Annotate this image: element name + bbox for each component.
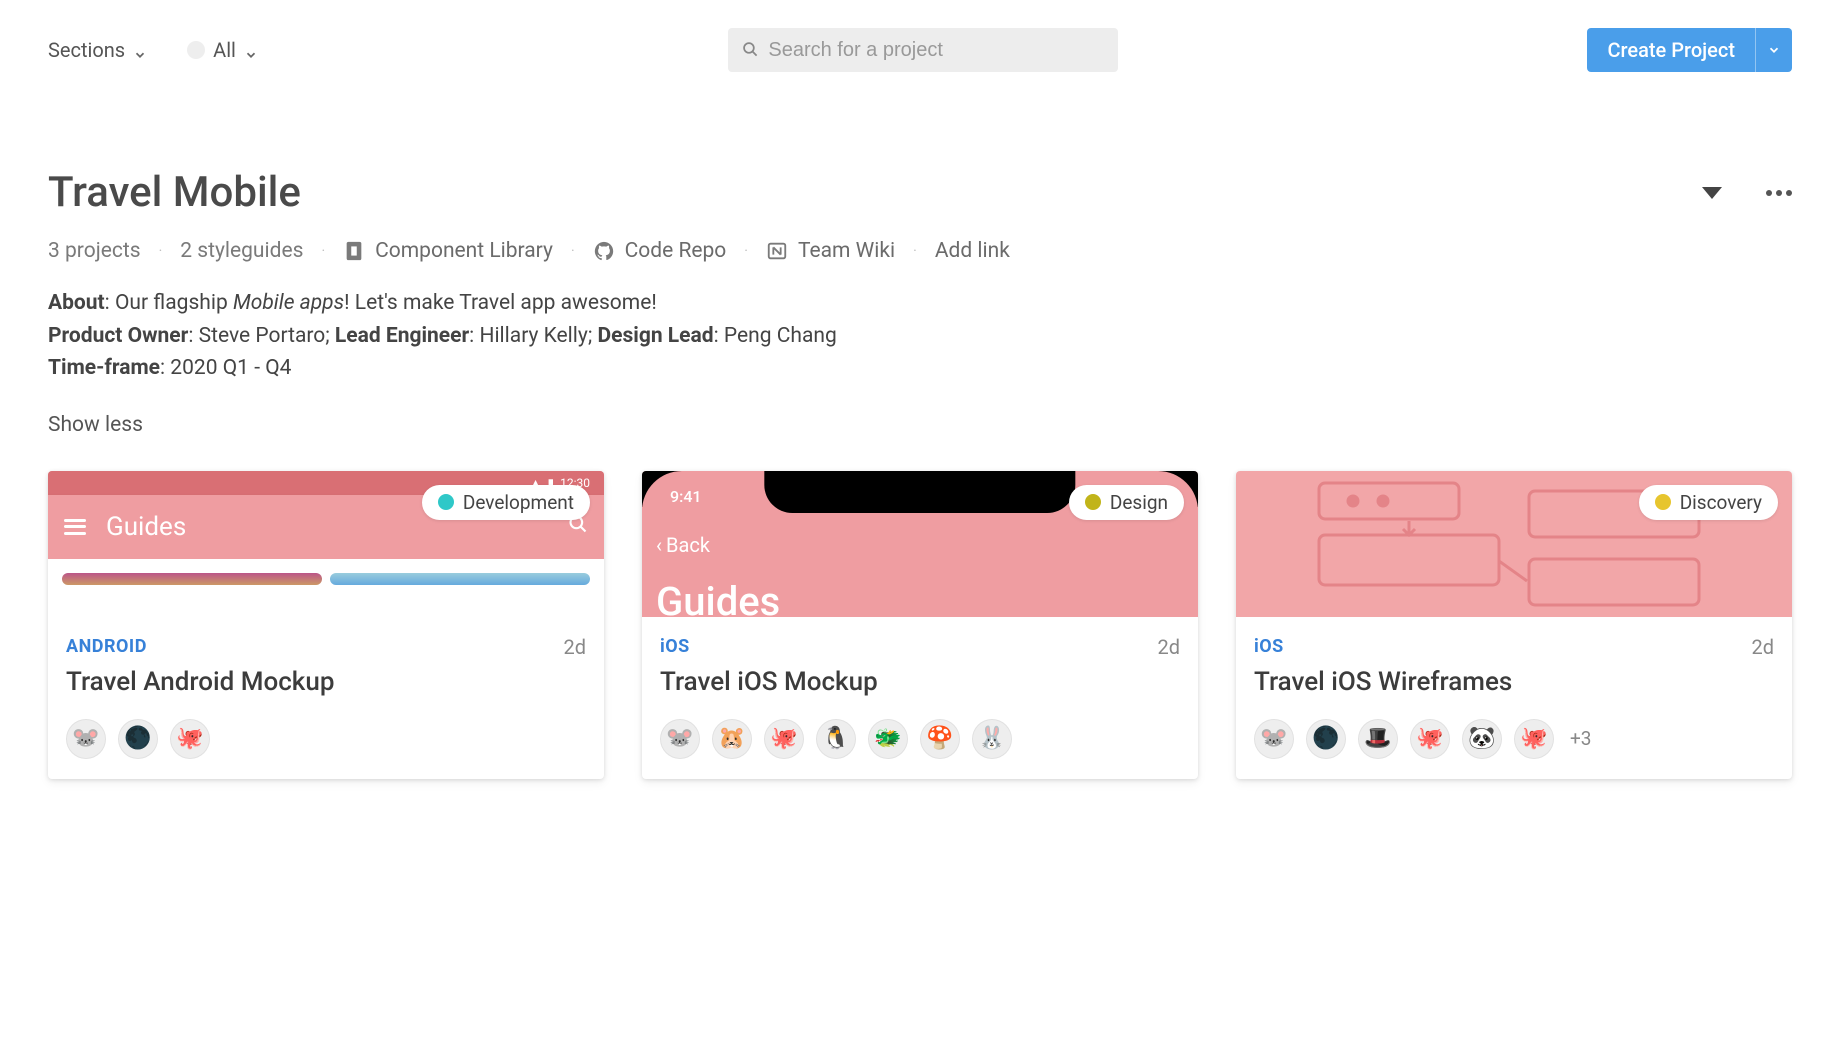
avatar: 🐙 — [170, 719, 210, 759]
link-team-wiki[interactable]: Team Wiki — [766, 239, 895, 263]
badge-dot — [1085, 494, 1101, 510]
separator: · — [159, 243, 163, 259]
badge-label: Discovery — [1680, 491, 1762, 514]
link-label: Code Repo — [625, 239, 727, 263]
card-title: Travel iOS Wireframes — [1254, 667, 1774, 697]
project-card[interactable]: 9:41 ‹Back Guides Design iOS 2d Travel i… — [642, 471, 1198, 779]
avatar: 🐲 — [868, 719, 908, 759]
lead-engineer-label: Lead Engineer — [335, 324, 469, 348]
avatar-row: 🐭 🐹 🐙 🐧 🐲 🍄 🐰 — [660, 719, 1180, 759]
separator: · — [744, 243, 748, 259]
avatar: 🐙 — [1410, 719, 1450, 759]
project-card-grid: ▲▮12:30 Guides Development ANDROID 2d Tr… — [48, 471, 1792, 779]
link-label: Component Library — [375, 239, 553, 263]
search-input[interactable] — [768, 39, 1103, 62]
avatar-more-count: +3 — [1570, 727, 1591, 750]
hamburger-icon — [64, 519, 86, 535]
separator: · — [571, 243, 575, 259]
card-time: 2d — [1751, 635, 1774, 659]
card-time: 2d — [563, 635, 586, 659]
topbar: Sections All Create Project — [48, 28, 1792, 72]
meta-row: 3 projects · 2 styleguides · Component L… — [48, 239, 1792, 263]
about-block: About: Our flagship Mobile apps! Let's m… — [48, 287, 1792, 385]
status-badge: Discovery — [1639, 485, 1778, 520]
add-link-label: Add link — [935, 239, 1010, 263]
avatar: 🍄 — [920, 719, 960, 759]
add-link-button[interactable]: Add link — [935, 239, 1010, 263]
avatar: 🐰 — [972, 719, 1012, 759]
avatar: 🐹 — [712, 719, 752, 759]
avatar-row: 🐭 🌑 🐙 — [66, 719, 586, 759]
more-menu-icon[interactable] — [1766, 190, 1792, 196]
chevron-down-icon — [133, 43, 147, 57]
card-preview: ▲▮12:30 Guides Development — [48, 471, 604, 617]
project-card[interactable]: Discovery iOS 2d Travel iOS Wireframes 🐭… — [1236, 471, 1792, 779]
filter-dropdown[interactable]: All — [187, 38, 258, 62]
page-header: Travel Mobile 3 projects · 2 styleguides… — [48, 168, 1792, 437]
avatar: 🐭 — [1254, 719, 1294, 759]
avatar: 🌑 — [118, 719, 158, 759]
sections-dropdown[interactable]: Sections — [48, 38, 147, 62]
avatar: 🐭 — [66, 719, 106, 759]
card-time: 2d — [1157, 635, 1180, 659]
link-component-library[interactable]: Component Library — [343, 239, 553, 263]
card-preview: 9:41 ‹Back Guides Design — [642, 471, 1198, 617]
github-icon — [593, 240, 615, 262]
sections-label: Sections — [48, 38, 125, 62]
platform-label: iOS — [1254, 636, 1284, 657]
separator: · — [913, 243, 917, 259]
card-preview: Discovery — [1236, 471, 1792, 617]
status-badge: Design — [1069, 485, 1184, 520]
filter-label: All — [213, 38, 236, 62]
design-lead-label: Design Lead — [597, 324, 713, 348]
platform-label: iOS — [660, 636, 690, 657]
link-code-repo[interactable]: Code Repo — [593, 239, 727, 263]
platform-label: ANDROID — [66, 636, 147, 657]
product-owner-label: Product Owner — [48, 324, 188, 348]
badge-dot — [438, 494, 454, 510]
link-label: Team Wiki — [798, 239, 895, 263]
separator: · — [321, 243, 325, 259]
badge-label: Development — [463, 491, 574, 514]
avatar: 🐧 — [816, 719, 856, 759]
avatar: 🐙 — [764, 719, 804, 759]
projects-count: 3 projects — [48, 239, 141, 263]
status-badge: Development — [422, 485, 590, 520]
badge-label: Design — [1110, 491, 1168, 514]
search-icon — [742, 41, 759, 59]
notion-icon — [766, 240, 788, 262]
chevron-down-icon — [244, 43, 258, 57]
card-title: Travel iOS Mockup — [660, 667, 1180, 697]
avatar-row: 🐭 🌑 🎩 🐙 🐼 🐙 +3 — [1254, 719, 1774, 759]
avatar: 🐭 — [660, 719, 700, 759]
search-field[interactable] — [728, 28, 1118, 72]
avatar: 🌑 — [1306, 719, 1346, 759]
avatar: 🎩 — [1358, 719, 1398, 759]
create-project-button[interactable]: Create Project — [1587, 28, 1792, 72]
create-project-label: Create Project — [1587, 28, 1755, 72]
badge-dot — [1655, 494, 1671, 510]
collapse-icon[interactable] — [1702, 187, 1722, 199]
project-card[interactable]: ▲▮12:30 Guides Development ANDROID 2d Tr… — [48, 471, 604, 779]
avatar: 🐼 — [1462, 719, 1502, 759]
timeframe-label: Time-frame — [48, 356, 160, 380]
create-project-dropdown[interactable] — [1756, 28, 1792, 72]
page-title: Travel Mobile — [48, 168, 301, 217]
storybook-icon — [343, 240, 365, 262]
styleguides-count: 2 styleguides — [180, 239, 303, 263]
avatar: 🐙 — [1514, 719, 1554, 759]
show-less-toggle[interactable]: Show less — [48, 413, 1792, 437]
about-label: About — [48, 291, 105, 315]
chevron-left-icon: ‹ — [656, 533, 662, 557]
card-title: Travel Android Mockup — [66, 667, 586, 697]
filter-color-dot — [187, 41, 205, 59]
